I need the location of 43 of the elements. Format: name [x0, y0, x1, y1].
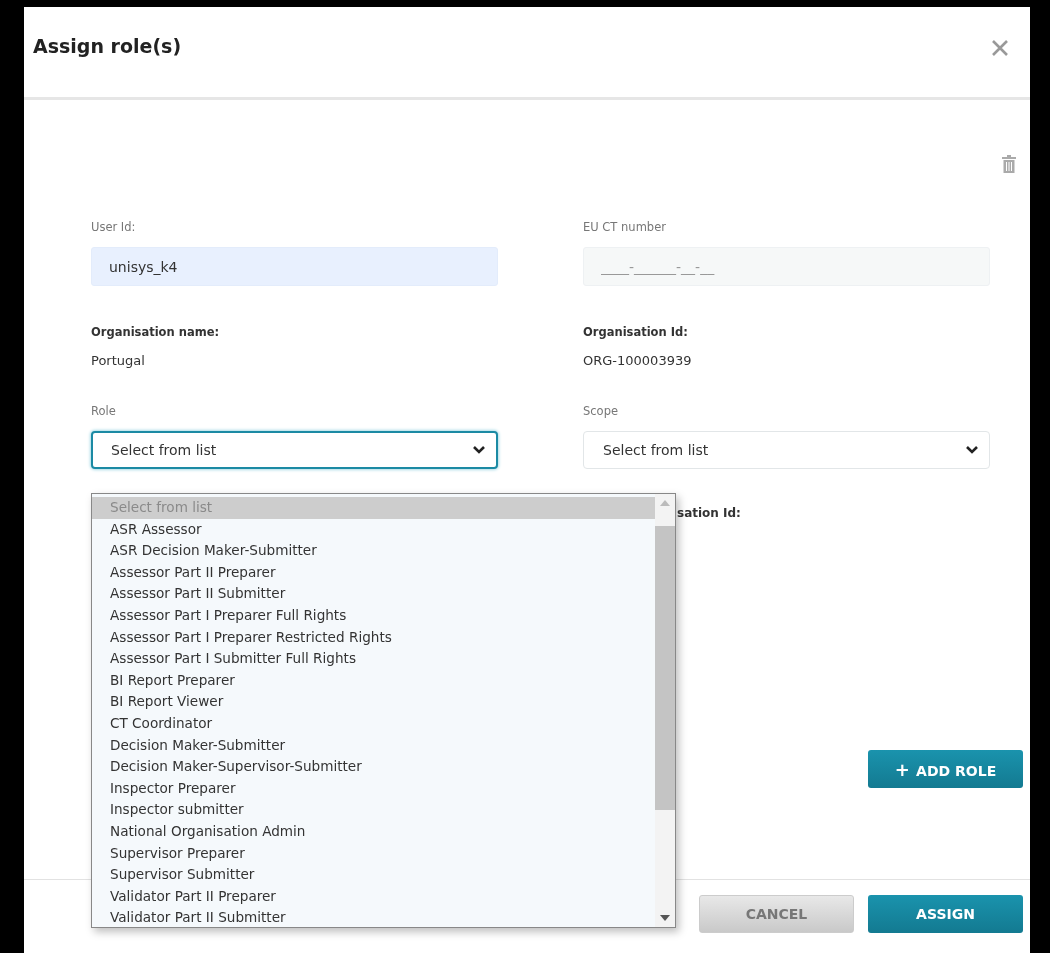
- field-label: Organisation name:: [91, 324, 221, 340]
- chevron-down-icon: [472, 445, 486, 455]
- scroll-up-icon[interactable]: [660, 500, 670, 506]
- list-option[interactable]: Inspector submitter: [92, 799, 655, 821]
- field-label: User Id:: [91, 219, 137, 235]
- list-option[interactable]: Assessor Part II Preparer: [92, 561, 655, 584]
- scroll-down-icon[interactable]: [660, 915, 670, 921]
- list-option[interactable]: Validator Part II Preparer: [92, 885, 655, 908]
- close-icon[interactable]: [990, 38, 1010, 58]
- list-option[interactable]: ASR Assessor: [92, 518, 655, 541]
- field-value: ORG-100003939: [583, 352, 693, 370]
- add-role-button[interactable]: + ADD ROLE: [868, 750, 1023, 788]
- list-option[interactable]: Supervisor Preparer: [92, 842, 655, 865]
- list-option[interactable]: BI Report Viewer: [92, 691, 655, 713]
- scrollbar-thumb[interactable]: [655, 526, 675, 810]
- field-label: Organisation Id:: [583, 324, 689, 340]
- scrollbar[interactable]: [655, 494, 675, 927]
- list-option[interactable]: Validator Part II Submitter: [92, 907, 655, 929]
- select-dropdown[interactable]: Select from list: [583, 431, 990, 469]
- input-field[interactable]: ____-______-__-__: [583, 247, 990, 286]
- list-option[interactable]: Assessor Part I Submitter Full Rights: [92, 648, 655, 670]
- list-option[interactable]: CT Coordinator: [92, 712, 655, 735]
- list-option[interactable]: Decision Maker-Submitter: [92, 734, 655, 757]
- list-option[interactable]: BI Report Preparer: [92, 669, 655, 692]
- list-option[interactable]: Supervisor Submitter: [92, 864, 655, 886]
- list-option[interactable]: ASR Decision Maker-Submitter: [92, 540, 655, 562]
- list-option[interactable]: Assessor Part I Preparer Restricted Rights: [92, 626, 655, 649]
- field-label: sation Id:: [677, 506, 741, 520]
- list-option[interactable]: Assessor Part II Submitter: [92, 583, 655, 605]
- field-value: Portugal: [91, 352, 146, 370]
- assign-button[interactable]: ASSIGN: [868, 894, 1023, 933]
- list-option[interactable]: Inspector Preparer: [92, 777, 655, 800]
- field-label: EU CT number: [583, 219, 667, 235]
- list-option[interactable]: Assessor Part I Preparer Full Rights: [92, 604, 655, 627]
- chevron-down-icon: [965, 445, 979, 455]
- select-dropdown[interactable]: Select from list: [91, 431, 498, 469]
- field-label: Scope: [583, 403, 620, 419]
- dialog-title: Assign role(s): [33, 35, 183, 57]
- field-label: Role: [91, 403, 117, 419]
- input-field[interactable]: unisys_k4: [91, 247, 498, 286]
- list-option[interactable]: National Organisation Admin: [92, 820, 655, 843]
- list-option[interactable]: Decision Maker-Supervisor-Submitter: [92, 756, 655, 778]
- trash-icon[interactable]: [1002, 155, 1016, 173]
